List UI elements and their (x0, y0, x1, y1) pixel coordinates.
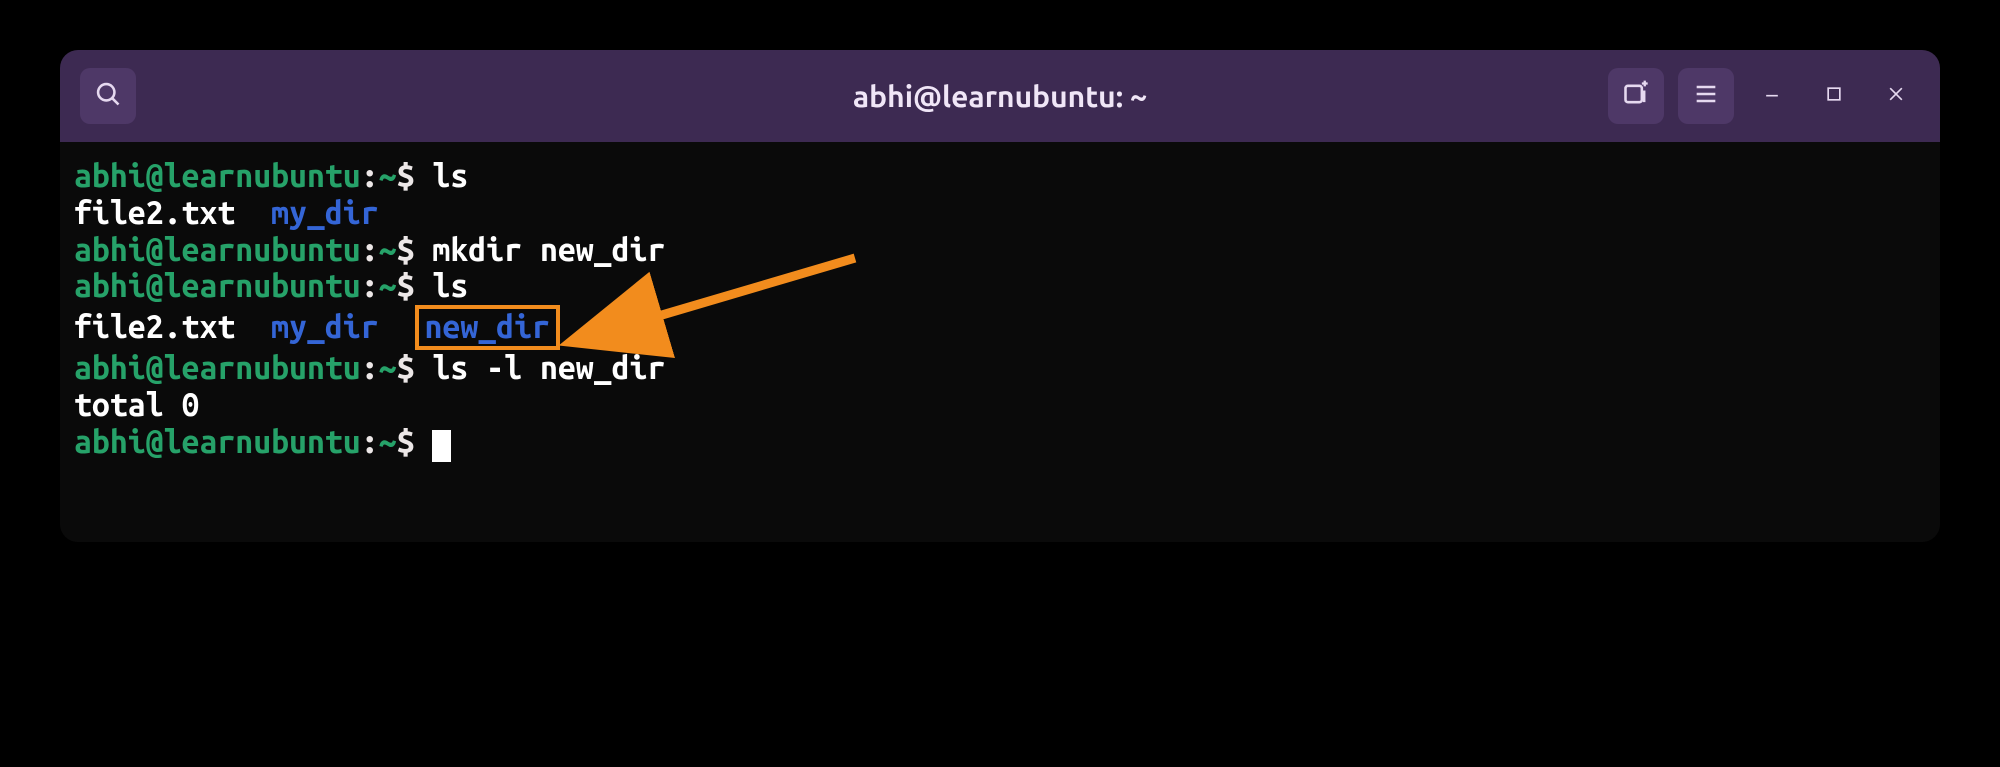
command-text: mkdir new_dir (432, 232, 665, 268)
terminal-line: abhi@learnubuntu:~$ mkdir new_dir (74, 232, 1926, 269)
maximize-icon (1824, 84, 1844, 108)
prompt-sep: : (361, 158, 379, 194)
terminal-window: abhi@learnubuntu: ~ (60, 50, 1940, 542)
terminal-body[interactable]: abhi@learnubuntu:~$ ls file2.txt my_dir … (60, 142, 1940, 542)
terminal-line: abhi@learnubuntu:~$ ls -l new_dir (74, 350, 1926, 387)
maximize-button[interactable] (1810, 72, 1858, 120)
prompt-path: ~ (379, 158, 397, 194)
prompt-user-host: abhi@learnubuntu (74, 350, 361, 386)
search-icon (94, 80, 122, 112)
titlebar: abhi@learnubuntu: ~ (60, 50, 1940, 142)
terminal-line: abhi@learnubuntu:~$ ls (74, 158, 1926, 195)
cursor (432, 430, 451, 462)
command-text: ls -l new_dir (432, 350, 665, 386)
prompt-sep: : (361, 268, 379, 304)
menu-button[interactable] (1678, 68, 1734, 124)
prompt-sep: : (361, 424, 379, 460)
highlighted-dir: new_dir (415, 305, 560, 350)
prompt-path: ~ (379, 268, 397, 304)
window-title: abhi@learnubuntu: ~ (853, 79, 1147, 113)
terminal-line: file2.txt my_dir new_dir (74, 305, 1926, 350)
terminal-line: abhi@learnubuntu:~$ (74, 424, 1926, 461)
prompt-symbol: $ (397, 232, 415, 268)
dir-entry: my_dir (271, 309, 379, 345)
command-text: ls (432, 158, 468, 194)
prompt-sep: : (361, 350, 379, 386)
prompt-sep: : (361, 232, 379, 268)
prompt-symbol: $ (397, 158, 415, 194)
prompt-user-host: abhi@learnubuntu (74, 268, 361, 304)
prompt-symbol: $ (397, 350, 415, 386)
terminal-line: file2.txt my_dir (74, 195, 1926, 232)
dir-entry: my_dir (271, 195, 379, 231)
minimize-button[interactable] (1748, 72, 1796, 120)
command-text: ls (432, 268, 468, 304)
prompt-user-host: abhi@learnubuntu (74, 424, 361, 460)
prompt-path: ~ (379, 424, 397, 460)
file-entry: file2.txt (74, 195, 235, 231)
prompt-symbol: $ (397, 424, 415, 460)
titlebar-right (1608, 68, 1920, 124)
prompt-path: ~ (379, 232, 397, 268)
new-tab-button[interactable] (1608, 68, 1664, 124)
prompt-path: ~ (379, 350, 397, 386)
titlebar-left (80, 68, 136, 124)
hamburger-icon (1692, 80, 1720, 112)
output-text: total 0 (74, 387, 199, 423)
prompt-user-host: abhi@learnubuntu (74, 232, 361, 268)
prompt-symbol: $ (397, 268, 415, 304)
search-button[interactable] (80, 68, 136, 124)
minimize-icon (1762, 84, 1782, 108)
new-tab-icon (1622, 80, 1650, 112)
close-icon (1886, 84, 1906, 108)
file-entry: file2.txt (74, 309, 235, 345)
close-button[interactable] (1872, 72, 1920, 120)
terminal-line: abhi@learnubuntu:~$ ls (74, 268, 1926, 305)
prompt-user-host: abhi@learnubuntu (74, 158, 361, 194)
terminal-line: total 0 (74, 387, 1926, 424)
